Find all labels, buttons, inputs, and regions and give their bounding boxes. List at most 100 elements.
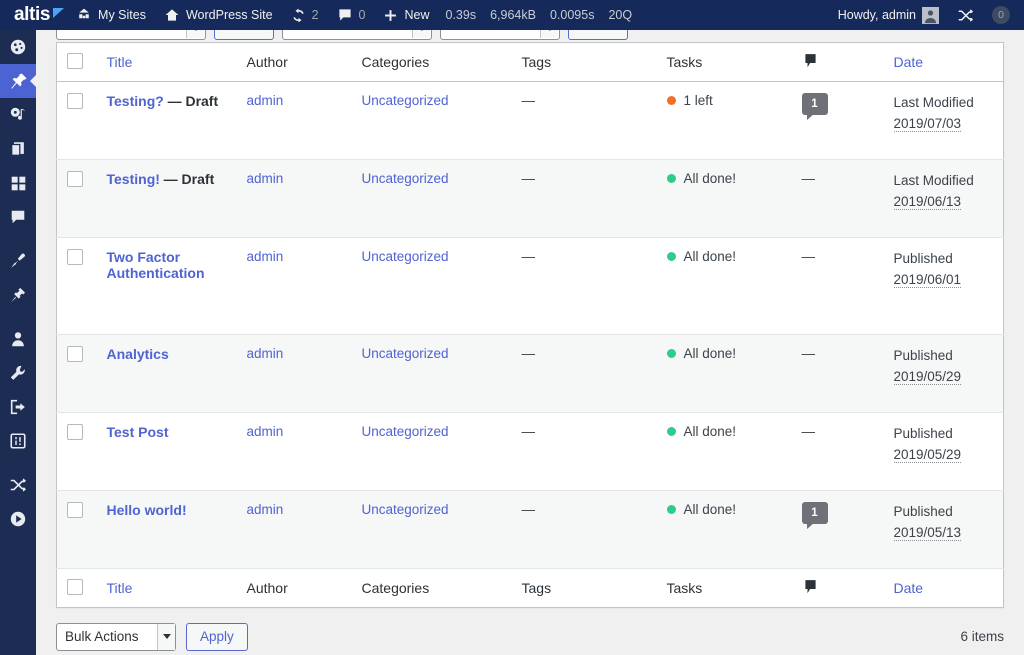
sidebar-item-appearance[interactable] [0,244,36,278]
author-link[interactable]: admin [247,93,284,108]
row-tags-cell: — [511,237,657,335]
comment-count-badge[interactable]: 1 [801,93,828,120]
select-all-checkbox[interactable] [67,52,83,69]
category-link[interactable]: Uncategorized [362,424,449,439]
select-all-checkbox-footer[interactable] [67,578,83,595]
sliders-icon [9,432,27,450]
apply-button[interactable]: Apply [186,622,248,651]
filter-category-select[interactable] [282,30,432,40]
filter-button[interactable] [214,30,274,40]
category-link[interactable]: Uncategorized [362,171,449,186]
category-link[interactable]: Uncategorized [362,93,449,108]
sidebar-item-users[interactable] [0,322,36,356]
row-checkbox[interactable] [67,502,83,518]
table-row[interactable]: Analytics admin Uncategorized — All done… [56,334,1004,413]
comment-icon [9,208,27,226]
author-link[interactable]: admin [247,502,284,517]
row-checkbox[interactable] [67,424,83,440]
category-link[interactable]: Uncategorized [362,502,449,517]
table-row[interactable]: Two Factor Authentication admin Uncatego… [56,237,1004,335]
sidebar-item-settings[interactable] [0,424,36,458]
sidebar-item-dashboard[interactable] [0,30,36,64]
updates-menu[interactable]: 2 [282,0,328,30]
column-header-date[interactable]: Date [883,42,1004,82]
notifications-menu[interactable]: 0 [983,0,1024,30]
post-title-link[interactable]: Hello world! [107,502,187,518]
new-content-menu[interactable]: New [374,0,438,30]
row-title-cell: Analytics [96,334,237,413]
row-author-cell: admin [236,412,352,491]
column-footer-comments[interactable] [791,568,884,608]
site-name-menu[interactable]: WordPress Site [155,0,282,30]
sidebar-item-posts[interactable] [0,64,36,98]
row-tasks-cell: All done! [656,237,792,335]
wrench-icon [9,364,27,382]
post-title-link[interactable]: Test Post [107,424,169,440]
post-title-link[interactable]: Testing? [107,93,164,109]
sort-by-date-link-footer[interactable]: Date [894,580,924,596]
author-link[interactable]: admin [247,171,284,186]
sidebar-item-shuffle[interactable] [0,468,36,502]
sidebar-item-media[interactable] [0,98,36,132]
table-row[interactable]: Testing! — Draft admin Uncategorized — A… [56,159,1004,238]
shuffle-icon [957,7,974,24]
sort-by-title-link[interactable]: Title [107,54,133,70]
altis-logo[interactable]: altis [0,4,67,26]
my-sites-menu[interactable]: My Sites [67,0,155,30]
sidebar-item-grid[interactable] [0,166,36,200]
category-link[interactable]: Uncategorized [362,346,449,361]
shuffle-icon [9,476,27,494]
author-link[interactable]: admin [247,424,284,439]
row-checkbox[interactable] [67,93,83,109]
column-footer-date[interactable]: Date [883,568,1004,608]
sidebar-item-play[interactable] [0,502,36,536]
table-row[interactable]: Testing? — Draft admin Uncategorized — 1… [56,81,1004,160]
bulk-actions-select[interactable]: Bulk Actions [56,622,176,651]
author-link[interactable]: admin [247,249,284,264]
date-value: 2019/06/01 [893,271,962,288]
comment-icon [802,578,819,595]
post-title-link[interactable]: Analytics [107,346,169,362]
filter-date-select[interactable] [56,30,206,40]
filter-extra-select[interactable] [440,30,560,40]
column-header-title[interactable]: Title [96,42,237,82]
sort-by-title-link-footer[interactable]: Title [107,580,133,596]
column-header-comments[interactable] [791,42,884,82]
row-checkbox[interactable] [67,249,83,265]
comment-count-badge[interactable]: 1 [801,502,828,529]
table-row[interactable]: Hello world! admin Uncategorized — All d… [56,490,1004,569]
task-status-dot [666,96,676,105]
shuffle-menu[interactable] [948,0,983,30]
sidebar-item-comments[interactable] [0,200,36,234]
post-title-link[interactable]: Testing! [107,171,160,187]
comments-menu[interactable]: 0 [328,0,375,30]
user-account-menu[interactable]: Howdy, admin [829,0,948,30]
row-date-cell: Published 2019/05/29 [883,412,1004,491]
column-footer-title[interactable]: Title [96,568,237,608]
post-title-link[interactable]: Two Factor Authentication [107,249,205,281]
altis-flag-icon [52,7,65,20]
row-checkbox[interactable] [67,171,83,187]
row-select-cell [56,237,97,335]
sort-by-date-link[interactable]: Date [894,54,924,70]
sidebar-item-plugins[interactable] [0,278,36,312]
row-tags-cell: — [511,159,657,238]
table-row[interactable]: Test Post admin Uncategorized — All done… [56,412,1004,491]
author-link[interactable]: admin [247,346,284,361]
row-checkbox[interactable] [67,346,83,362]
table-body: Testing? — Draft admin Uncategorized — 1… [56,81,1004,569]
category-link[interactable]: Uncategorized [362,249,449,264]
task-status-dot [666,349,676,358]
row-select-cell [56,334,97,413]
row-author-cell: admin [236,81,352,160]
date-status: Published [893,348,953,363]
filter-apply-button[interactable] [568,30,628,40]
comment-icon [337,7,353,23]
row-comments-cell: — [791,412,884,491]
row-comments-cell: 1 [791,490,884,569]
date-status: Last Modified [893,95,974,110]
howdy-label: Howdy, admin [837,8,916,22]
sidebar-item-pages[interactable] [0,132,36,166]
sidebar-item-tools[interactable] [0,356,36,390]
sidebar-item-export[interactable] [0,390,36,424]
